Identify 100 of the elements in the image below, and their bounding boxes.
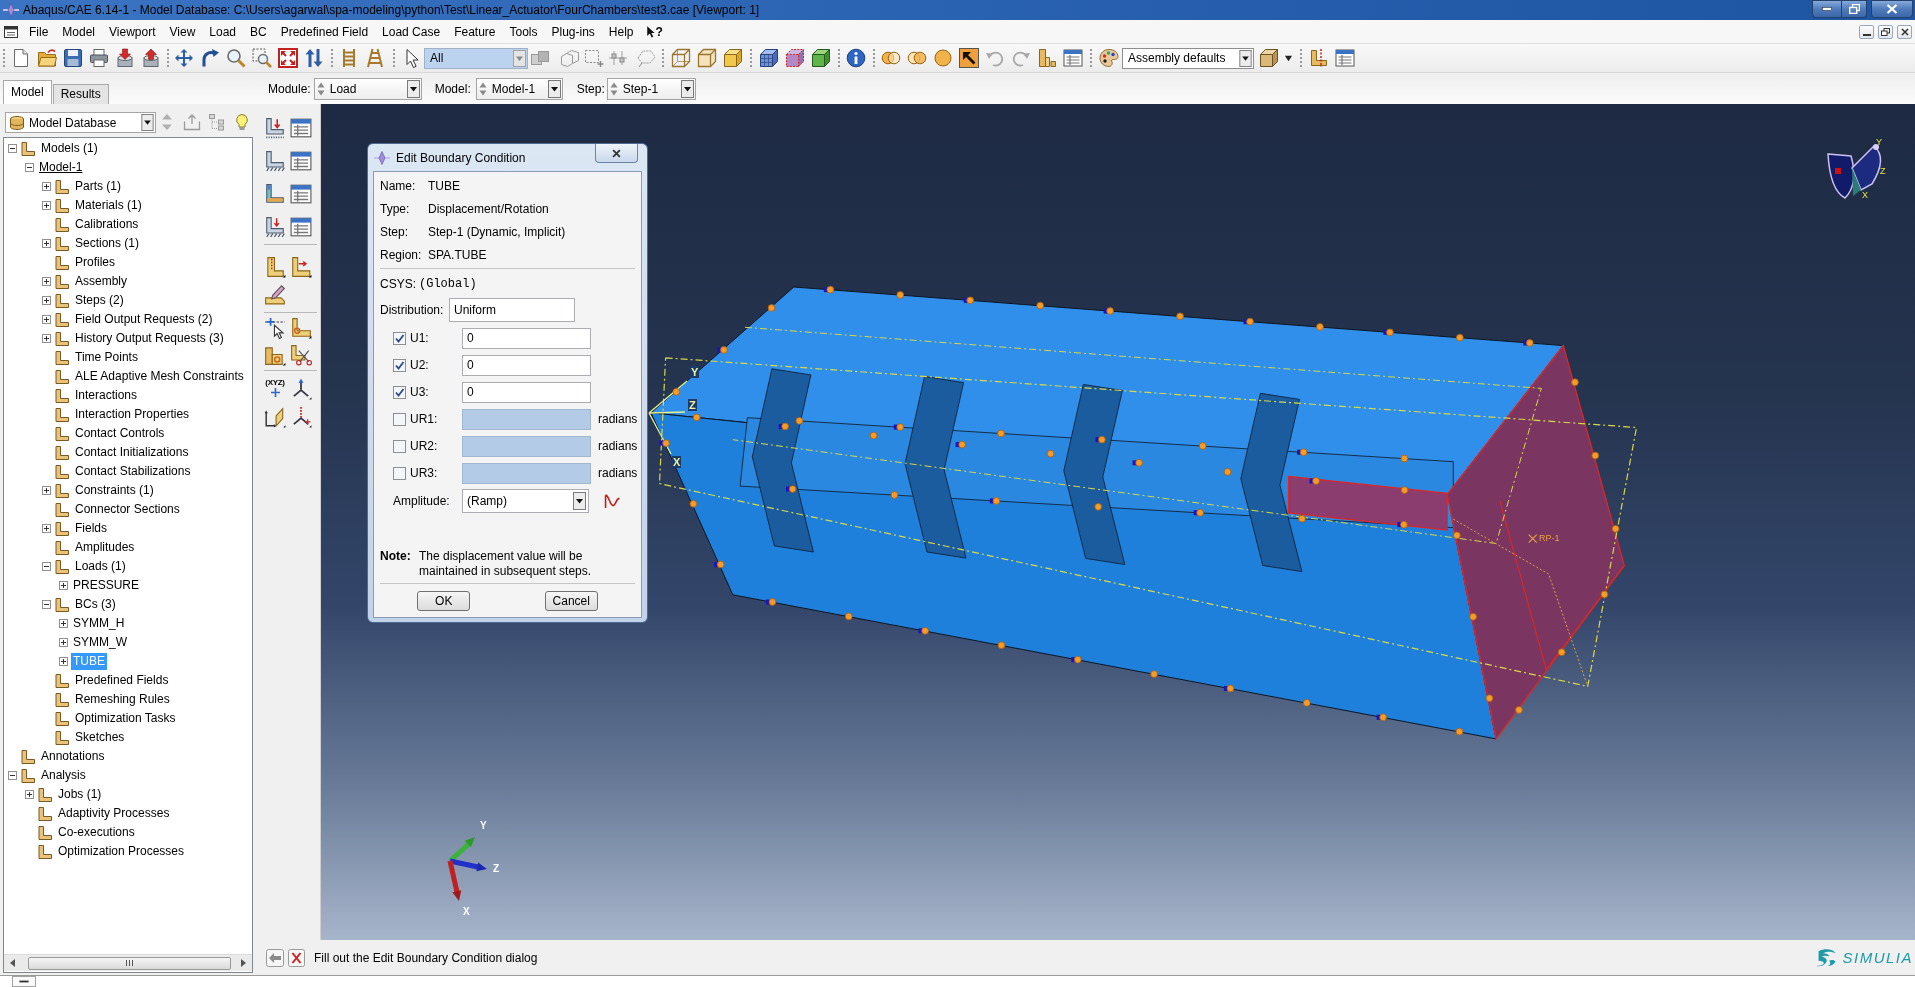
tree-item[interactable]: Co-executions (56, 824, 137, 841)
tree-item[interactable]: Contact Initializations (73, 444, 191, 461)
menu-item[interactable]: Load (202, 21, 243, 42)
save-icon[interactable] (63, 48, 83, 68)
menu-item[interactable]: Viewport (102, 21, 163, 42)
expand-toggle-icon[interactable] (24, 790, 34, 799)
table-window-icon[interactable] (1063, 48, 1083, 68)
close-button[interactable] (1871, 0, 1913, 18)
tree-item[interactable]: Jobs (1) (56, 786, 104, 803)
expand-toggle-icon[interactable] (58, 657, 68, 666)
tree-item[interactable]: Loads (1) (73, 558, 128, 575)
minimize-button[interactable] (1859, 24, 1874, 39)
crosshair-pointer-icon[interactable] (264, 316, 286, 339)
expand-toggle-icon[interactable] (41, 562, 51, 571)
menu-item[interactable]: Plug-ins (544, 21, 602, 42)
menu-item[interactable]: Tools (502, 21, 545, 42)
toolbar-grip[interactable] (330, 49, 333, 67)
tree-item[interactable]: Amplitudes (73, 539, 137, 556)
block-arrow-icon[interactable] (290, 255, 312, 278)
cube-outlines-icon[interactable] (560, 48, 580, 68)
node-handles-icon[interactable] (608, 48, 628, 68)
panel-tab-icon[interactable] (11, 976, 37, 987)
dialog-button[interactable]: OK (417, 591, 471, 611)
tree-item[interactable]: Interaction Properties (73, 406, 192, 423)
expand-toggle-icon[interactable] (41, 600, 51, 609)
expand-toggle-icon[interactable] (41, 524, 51, 533)
checkbox[interactable] (393, 439, 406, 453)
xyz-point-tool[interactable]: (XYZ) (264, 378, 286, 400)
block-dashed-line-icon[interactable] (264, 255, 286, 278)
close-button[interactable] (595, 144, 638, 163)
distribution-field[interactable]: Uniform (449, 298, 575, 322)
menu-item[interactable]: View (162, 21, 203, 42)
dialog-button[interactable]: Cancel (544, 591, 598, 611)
tree-item[interactable]: Annotations (39, 748, 107, 765)
tree-item[interactable]: Connector Sections (73, 501, 182, 518)
bracket-arrow-hatch-icon[interactable] (264, 215, 286, 238)
value-field[interactable] (462, 462, 591, 484)
tree-item[interactable]: Models (1) (39, 140, 100, 157)
close-button[interactable] (1897, 24, 1912, 39)
up-down-arrows-icon[interactable] (304, 48, 324, 68)
database-combo[interactable]: Model Database (5, 112, 156, 133)
expand-toggle-icon[interactable] (58, 638, 68, 647)
stacked-squares-icon[interactable] (530, 48, 550, 68)
tree-item[interactable]: Contact Stabilizations (73, 463, 193, 480)
menu-item[interactable]: Predefined Field (273, 21, 376, 42)
checkbox[interactable] (393, 331, 406, 345)
left-arrow-icon[interactable] (9, 958, 16, 968)
expand-toggle-icon[interactable] (41, 277, 51, 286)
expand-toggle-icon[interactable] (41, 315, 51, 324)
drum-up-arrow-icon[interactable] (141, 48, 161, 68)
toolbar-grip[interactable] (837, 49, 840, 67)
toolbar-grip[interactable] (166, 49, 169, 67)
checkbox[interactable] (393, 385, 406, 399)
blocks-icon[interactable] (1037, 48, 1057, 68)
expand-toggle-icon[interactable] (58, 619, 68, 628)
tree-item[interactable]: ALE Adaptive Mesh Constraints (73, 368, 246, 385)
caret-icon[interactable] (1283, 53, 1293, 63)
amplitude-combo[interactable]: (Ramp) (462, 489, 589, 513)
value-field[interactable] (462, 408, 591, 430)
outlined-cube-icon[interactable] (697, 48, 717, 68)
pencil-block-icon[interactable] (264, 282, 286, 305)
tree-item[interactable]: Analysis (39, 767, 88, 784)
expand-toggle-icon[interactable] (41, 182, 51, 191)
menu-item[interactable]: Load Case (375, 21, 448, 42)
expand-toggle-icon[interactable] (7, 771, 17, 780)
shaded-cube-icon[interactable] (723, 48, 743, 68)
ladder-frame-icon[interactable] (365, 48, 385, 68)
dashed-cube-icon[interactable] (785, 48, 805, 68)
expand-toggle-icon[interactable] (58, 581, 68, 590)
plane-axes-icon[interactable] (264, 406, 286, 428)
render-style-combo[interactable]: Assembly defaults (1122, 47, 1254, 69)
tree-item[interactable]: Model-1 (37, 159, 85, 176)
tree-item[interactable]: Remeshing Rules (73, 691, 172, 708)
tree-item[interactable]: BCs (3) (73, 596, 118, 613)
step-combo[interactable]: Step-1 (606, 77, 696, 100)
whats-this-button[interactable]: ? (645, 24, 663, 39)
bracket-arrow-icon[interactable] (264, 116, 286, 139)
open-folder-icon[interactable] (37, 48, 57, 68)
value-field[interactable]: 0 (462, 354, 591, 376)
expand-toggle-icon[interactable] (41, 334, 51, 343)
tree-item[interactable]: History Output Requests (3) (73, 330, 226, 347)
tree-item[interactable]: Calibrations (73, 216, 141, 233)
new-file-icon[interactable] (11, 48, 31, 68)
tree-item[interactable]: Assembly (73, 273, 129, 290)
tree-item[interactable]: Optimization Tasks (73, 710, 178, 727)
expand-arrows-icon[interactable] (278, 48, 298, 68)
mesh-cube-icon[interactable] (759, 48, 779, 68)
tree-item[interactable]: Adaptivity Processes (56, 805, 172, 822)
right-arrow-icon[interactable] (240, 958, 247, 968)
magnifier-icon[interactable] (226, 48, 246, 68)
bracket-hatch-icon[interactable] (264, 149, 286, 172)
cube-icon[interactable] (1259, 48, 1279, 68)
tree-item[interactable]: Parts (1) (73, 178, 123, 195)
arrow-tile-icon[interactable] (959, 48, 979, 68)
tree-item[interactable]: Optimization Processes (56, 843, 187, 860)
tree-item[interactable]: Time Points (73, 349, 140, 366)
menu-item[interactable]: BC (243, 21, 274, 42)
tree-item[interactable]: Sections (1) (73, 235, 142, 252)
panel-tab[interactable]: Results (52, 84, 109, 104)
tree-item[interactable]: Interactions (73, 387, 140, 404)
